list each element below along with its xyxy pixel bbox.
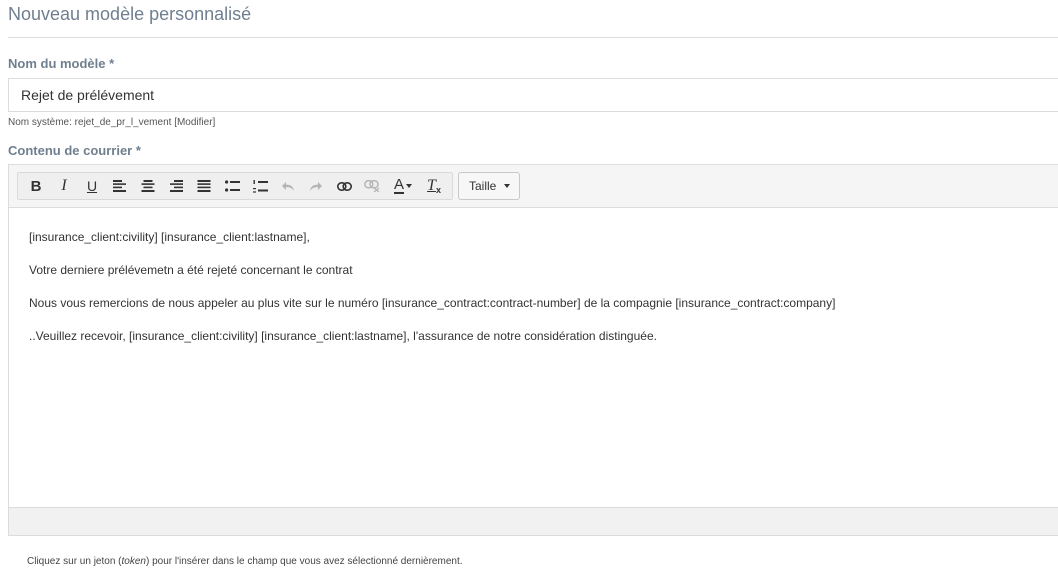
remove-format-button[interactable]: T x — [420, 173, 448, 199]
underline-button[interactable]: U — [78, 173, 106, 199]
align-center-icon — [141, 180, 155, 192]
name-field-label-text: Nom du modèle — [8, 56, 106, 71]
undo-button[interactable] — [274, 173, 302, 199]
italic-button[interactable]: I — [50, 173, 78, 199]
numbered-list-button[interactable] — [246, 173, 274, 199]
editor-paragraph: Votre derniere prélévemetn a été rejeté … — [29, 263, 353, 277]
align-right-icon — [170, 180, 183, 192]
numbered-list-icon — [252, 179, 268, 193]
template-name-value: Rejet de prélévement — [21, 87, 155, 103]
bulleted-list-button[interactable] — [218, 173, 246, 199]
editor-paragraph: [insurance_client:civility] [insurance_c… — [29, 230, 310, 244]
align-left-button[interactable] — [106, 173, 134, 199]
formatting-button-group: B I U A T x — [17, 172, 453, 200]
rich-text-editor: B I U A T x Taille [insurance_client:civ… — [8, 164, 1058, 536]
hint-text-after: ) pour l'insérer dans le champ que vous … — [145, 556, 463, 567]
align-right-button[interactable] — [162, 173, 190, 199]
editor-paragraph: ..Veuillez recevoir, [insurance_client:c… — [29, 329, 657, 343]
redo-icon — [310, 181, 322, 191]
remove-format-x-icon: x — [435, 185, 441, 195]
link-button[interactable] — [330, 173, 358, 199]
editor-statusbar — [9, 507, 1058, 535]
system-name: Nom système: rejet_de_pr_l_vement [Modif… — [8, 117, 215, 128]
bold-icon: B — [30, 177, 42, 195]
align-left-icon — [113, 180, 126, 192]
editor-toolbar: B I U A T x Taille — [9, 165, 1058, 208]
align-justify-button[interactable] — [190, 173, 218, 199]
required-mark: * — [109, 56, 115, 71]
remove-format-icon: T — [427, 177, 436, 194]
italic-icon: I — [61, 177, 67, 194]
content-field-label: Contenu de courrier * — [8, 143, 141, 158]
chevron-down-icon — [504, 184, 511, 188]
hint-text-before: Cliquez sur un jeton ( — [27, 556, 122, 567]
page-title: Nouveau modèle personnalisé — [8, 4, 252, 24]
bold-button[interactable]: B — [22, 173, 50, 199]
undo-icon — [282, 181, 294, 191]
required-mark: * — [135, 143, 141, 158]
chevron-down-icon — [406, 184, 412, 188]
template-name-input[interactable]: Rejet de prélévement — [8, 78, 1058, 112]
editor-content[interactable]: [insurance_client:civility] [insurance_c… — [9, 208, 1058, 508]
name-field-label: Nom du modèle * — [8, 56, 114, 71]
text-color-button[interactable]: A — [386, 173, 420, 199]
underline-icon: U — [86, 178, 98, 194]
font-size-label: Taille — [469, 179, 497, 193]
link-icon — [336, 181, 352, 191]
modify-system-name-link[interactable]: [Modifier] — [174, 117, 215, 128]
align-justify-icon — [197, 180, 211, 192]
hint-token-word: token — [121, 556, 146, 567]
unlink-button[interactable] — [358, 173, 386, 199]
token-hint: Cliquez sur un jeton (token) pour l'insé… — [27, 556, 463, 567]
system-name-text: Nom système: rejet_de_pr_l_vement — [8, 117, 172, 128]
content-field-label-text: Contenu de courrier — [8, 143, 133, 158]
redo-button[interactable] — [302, 173, 330, 199]
bulleted-list-icon — [224, 180, 240, 192]
font-size-dropdown[interactable]: Taille — [458, 172, 521, 200]
title-divider — [8, 37, 1058, 38]
editor-paragraph: Nous vous remercions de nous appeler au … — [29, 296, 836, 310]
align-center-button[interactable] — [134, 173, 162, 199]
unlink-icon — [364, 180, 380, 192]
text-color-icon: A — [393, 176, 404, 194]
